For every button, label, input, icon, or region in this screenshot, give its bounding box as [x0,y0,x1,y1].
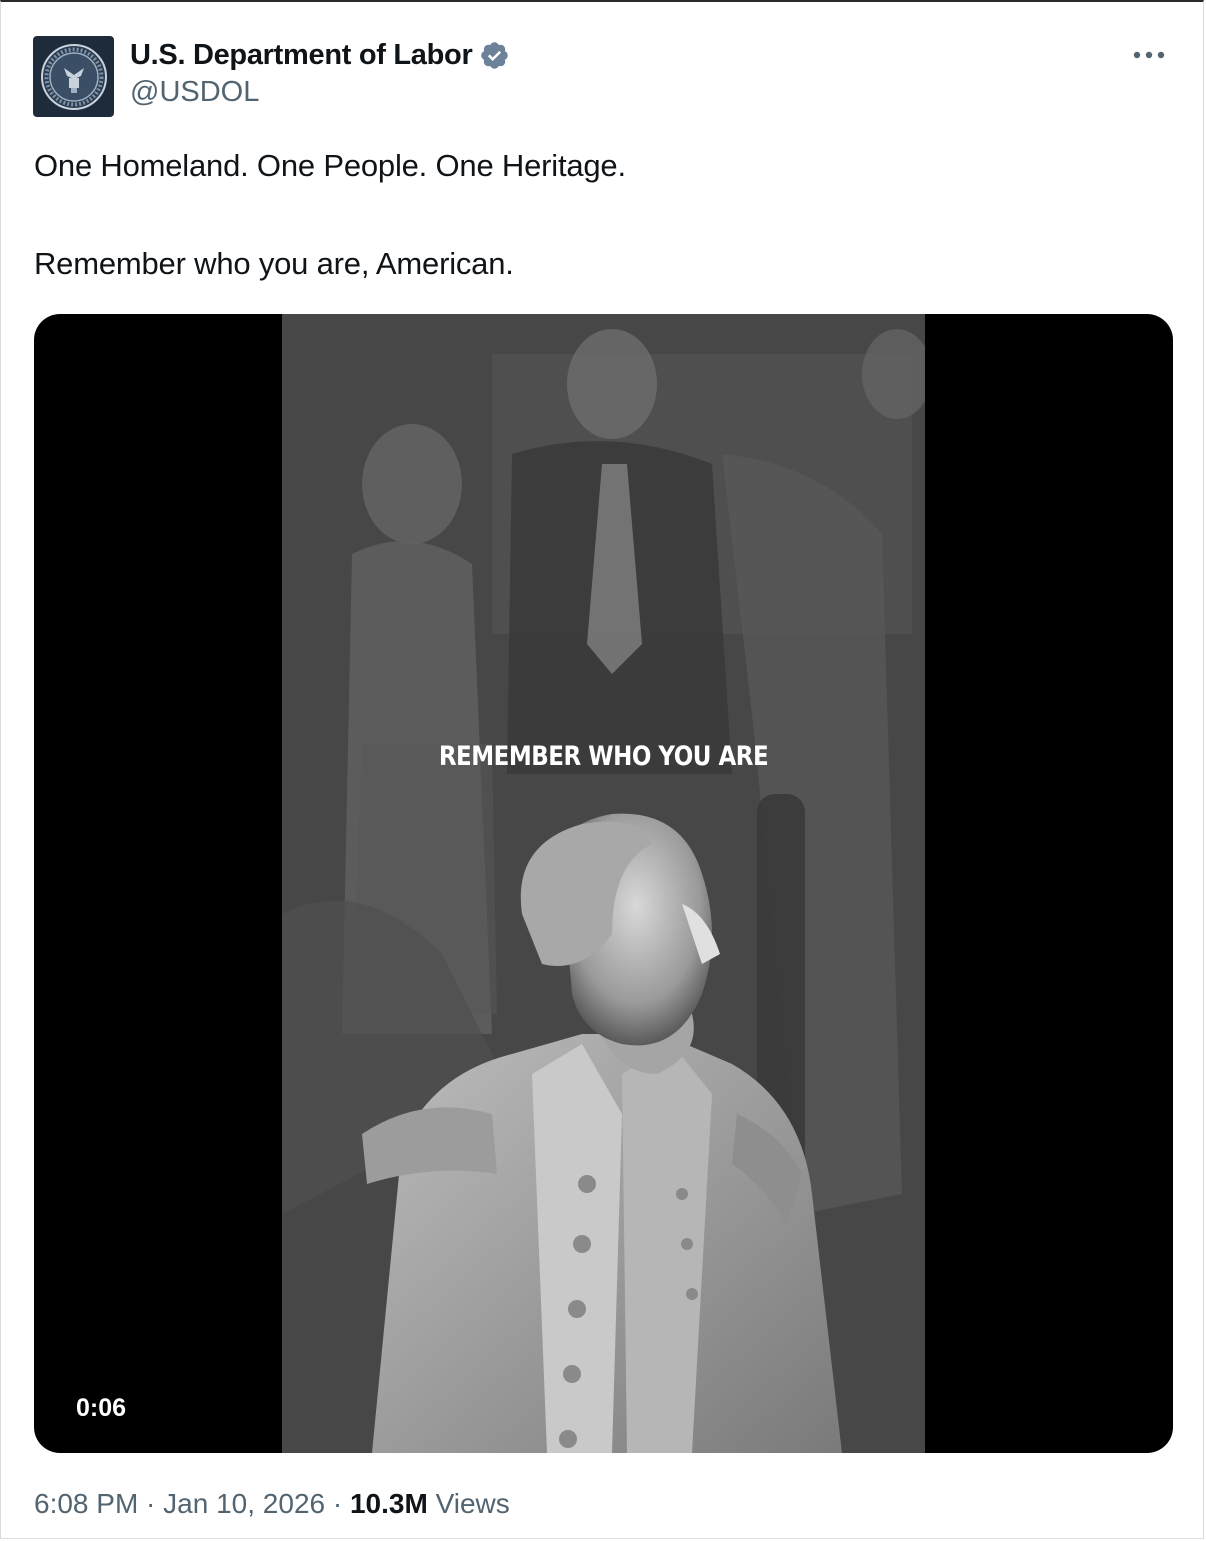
tweet-metadata: 6:08 PM · Jan 10, 2026 · 10.3M Views [34,1488,510,1520]
views-count: 10.3M [349,1488,428,1519]
author-name-row: U.S. Department of Labor [130,36,510,74]
tweet-date[interactable]: Jan 10, 2026 [163,1488,325,1520]
author-display-name[interactable]: U.S. Department of Labor [130,39,473,72]
avatar[interactable] [33,36,114,117]
video-still-image [282,314,925,1453]
tweet-text-line-2: Remember who you are, American. [34,246,514,281]
more-horizontal-icon [1133,51,1165,59]
tweet-time[interactable]: 6:08 PM [34,1488,138,1520]
more-options-button[interactable] [1131,40,1167,70]
video-frame: REMEMBER WHO YOU ARE [282,314,925,1453]
department-of-labor-seal-icon [40,43,107,110]
video-overlay-caption: REMEMBER WHO YOU ARE [438,742,769,772]
meta-separator: · [325,1488,350,1519]
tweet-text-line-1: One Homeland. One People. One Heritage. [34,148,626,183]
views-label: Views [427,1488,510,1519]
author-handle[interactable]: @USDOL [130,76,259,109]
tweet-card: U.S. Department of Labor @USDOL One Home… [0,0,1204,1539]
video-duration: 0:06 [76,1394,127,1422]
meta-separator: · [138,1488,164,1519]
video-player[interactable]: REMEMBER WHO YOU ARE 0:06 [34,314,1173,1453]
verified-badge-icon [479,40,510,71]
